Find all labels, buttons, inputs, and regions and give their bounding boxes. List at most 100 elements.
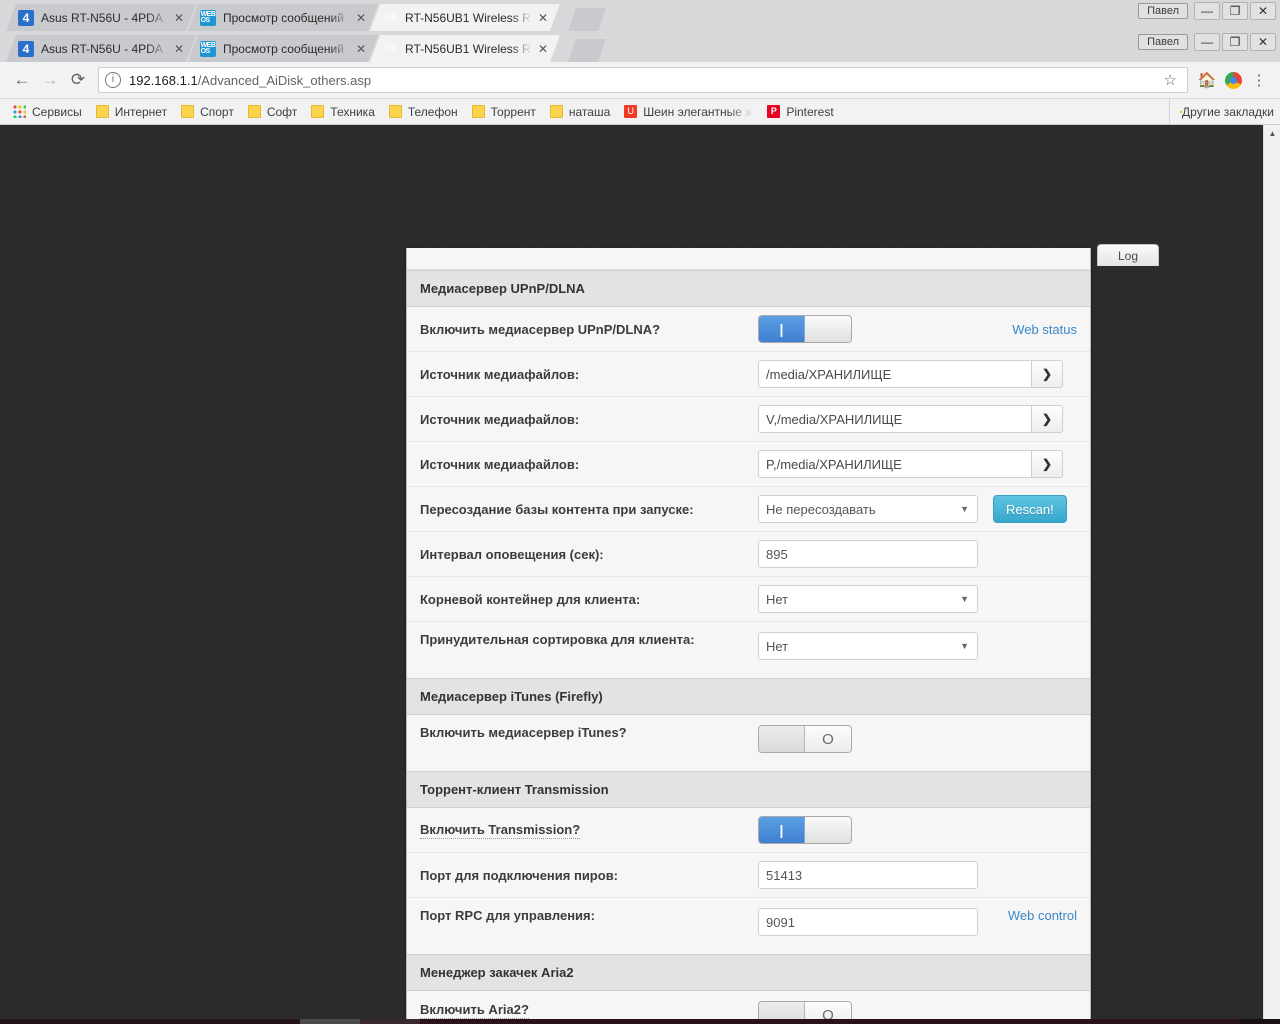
address-bar[interactable]: i 192.168.1.1/Advanced_AiDisk_others.asp… bbox=[98, 67, 1188, 93]
toggle-knob bbox=[805, 316, 851, 342]
profile-button[interactable]: Павел bbox=[1138, 34, 1188, 50]
minimize-icon[interactable]: — bbox=[1194, 33, 1220, 51]
section-header-aria2: Менеджер закачек Aria2 bbox=[407, 954, 1090, 991]
rescan-button[interactable]: Rescan! bbox=[993, 495, 1067, 523]
row-label: Принудительная сортировка для клиента: bbox=[420, 632, 758, 647]
chevron-down-icon[interactable]: ❯ bbox=[1031, 450, 1063, 478]
maximize-icon[interactable]: ❐ bbox=[1222, 33, 1248, 51]
row-rebuild-database: Пересоздание базы контента при запуске: … bbox=[407, 487, 1090, 532]
wifi-icon: ((•)) bbox=[382, 41, 398, 57]
row-control: | bbox=[758, 315, 852, 343]
toggle-off-glyph: O bbox=[805, 726, 851, 752]
new-tab-button-dup[interactable] bbox=[568, 39, 606, 62]
close-icon[interactable]: ✕ bbox=[536, 42, 550, 56]
toggle-enable-itunes[interactable]: O bbox=[758, 725, 852, 753]
chevron-down-icon[interactable]: ❯ bbox=[1031, 360, 1063, 388]
browser-tab-3-dup[interactable]: ((•)) RT-N56UB1 Wireless Rou ✕ bbox=[370, 35, 560, 62]
row-media-source-2: Источник медиафайлов: ❯ bbox=[407, 397, 1090, 442]
bookmark-item[interactable]: P Pinterest bbox=[760, 103, 840, 121]
back-icon[interactable]: ← bbox=[8, 66, 36, 94]
select-root-container[interactable]: Нет ▼ bbox=[758, 585, 978, 613]
combo-media-source-1: ❯ bbox=[758, 360, 1063, 388]
bookmark-item[interactable]: Спорт bbox=[174, 103, 241, 121]
rpc-port-input[interactable] bbox=[758, 908, 978, 936]
close-icon[interactable]: ✕ bbox=[354, 11, 368, 25]
caret-down-icon: ▼ bbox=[960, 594, 969, 604]
row-control: Нет ▼ bbox=[758, 632, 978, 660]
chrome-profile-icon[interactable] bbox=[1220, 67, 1246, 93]
browser-tab-3[interactable]: ((•)) RT-N56UB1 Wireless Rou ✕ bbox=[370, 4, 560, 31]
site-info-icon[interactable]: i bbox=[105, 72, 121, 88]
close-icon[interactable]: ✕ bbox=[172, 42, 186, 56]
bookmark-item[interactable]: Интернет bbox=[89, 103, 174, 121]
profile-button[interactable]: Павел bbox=[1138, 3, 1188, 19]
row-label: Включить Transmission? bbox=[420, 822, 580, 839]
row-peer-port: Порт для подключения пиров: bbox=[407, 853, 1090, 898]
log-tab-button[interactable]: Log bbox=[1097, 244, 1159, 266]
bookmark-star-icon[interactable]: ☆ bbox=[1160, 71, 1181, 89]
scroll-up-icon[interactable]: ▲ bbox=[1264, 125, 1280, 142]
bookmark-item[interactable]: Техника bbox=[304, 103, 382, 121]
row-control: ❯ bbox=[758, 450, 1063, 478]
close-icon[interactable]: ✕ bbox=[536, 11, 550, 25]
row-label: Источник медиафайлов: bbox=[420, 457, 758, 472]
media-source-input-3[interactable] bbox=[758, 450, 1031, 478]
bookmark-item[interactable]: Телефон bbox=[382, 103, 465, 121]
select-rebuild-database[interactable]: Не пересоздавать ▼ bbox=[758, 495, 978, 523]
peer-port-input[interactable] bbox=[758, 861, 978, 889]
row-aside: Web status bbox=[1012, 322, 1077, 337]
browser-tab-1-dup[interactable]: Asus RT-N56U - 4PDA ✕ bbox=[6, 35, 196, 62]
bookmark-item[interactable]: наташа bbox=[543, 103, 617, 121]
forward-icon[interactable]: → bbox=[36, 66, 64, 94]
web-control-link[interactable]: Web control bbox=[1008, 908, 1077, 923]
row-label: Пересоздание базы контента при запуске: bbox=[420, 502, 758, 517]
maximize-icon[interactable]: ❐ bbox=[1222, 2, 1248, 20]
bookmark-item[interactable]: Софт bbox=[241, 103, 304, 121]
row-label: Включить медиасервер UPnP/DLNA? bbox=[420, 322, 758, 337]
folder-icon bbox=[181, 105, 194, 118]
bookmark-item[interactable]: Торрент bbox=[465, 103, 543, 121]
card-top-stub bbox=[407, 248, 1090, 270]
window-controls-row-2: Павел — ❐ ✕ bbox=[1138, 33, 1276, 51]
toggle-enable-transmission[interactable]: | bbox=[758, 816, 852, 844]
bookmark-item[interactable]: U Шеин элегантные ж bbox=[617, 103, 760, 121]
close-window-icon[interactable]: ✕ bbox=[1250, 33, 1276, 51]
media-source-input-2[interactable] bbox=[758, 405, 1031, 433]
bookmark-label: Интернет bbox=[115, 105, 167, 119]
menu-kebab-icon[interactable]: ⋮ bbox=[1246, 67, 1272, 93]
row-label: Порт для подключения пиров: bbox=[420, 868, 758, 883]
select-forced-sort[interactable]: Нет ▼ bbox=[758, 632, 978, 660]
notify-interval-input[interactable] bbox=[758, 540, 978, 568]
browser-tab-1[interactable]: Asus RT-N56U - 4PDA ✕ bbox=[6, 4, 196, 31]
web-status-link[interactable]: Web status bbox=[1012, 322, 1077, 337]
close-window-icon[interactable]: ✕ bbox=[1250, 2, 1276, 20]
fourpda-icon bbox=[18, 41, 34, 57]
minimize-icon[interactable]: — bbox=[1194, 2, 1220, 20]
toggle-enable-upnp[interactable]: | bbox=[758, 315, 852, 343]
row-control: | bbox=[758, 816, 852, 844]
other-bookmarks-button[interactable]: Другие закладки bbox=[1169, 99, 1274, 125]
page-scrollbar[interactable]: ▲ ▼ bbox=[1263, 125, 1280, 1024]
reload-icon[interactable]: ⟳ bbox=[64, 66, 92, 94]
toggle-knob bbox=[759, 726, 805, 752]
pinterest-icon: P bbox=[767, 105, 780, 118]
section-header-upnp: Медиасервер UPnP/DLNA bbox=[407, 270, 1090, 307]
media-source-input-1[interactable] bbox=[758, 360, 1031, 388]
chevron-down-icon[interactable]: ❯ bbox=[1031, 405, 1063, 433]
browser-tab-2-dup[interactable]: WEBOS Просмотр сообщений · ✕ bbox=[188, 35, 378, 62]
taskbar-segment bbox=[300, 1019, 360, 1024]
section-header-itunes: Медиасервер iTunes (Firefly) bbox=[407, 678, 1090, 715]
browser-tab-2[interactable]: WEBOS Просмотр сообщений · ✕ bbox=[188, 4, 378, 31]
toggle-on-glyph: | bbox=[759, 817, 805, 843]
row-enable-itunes: Включить медиасервер iTunes? O bbox=[407, 715, 1090, 771]
close-icon[interactable]: ✕ bbox=[354, 42, 368, 56]
bookmark-label: Телефон bbox=[408, 105, 458, 119]
home-icon[interactable]: 🏠 bbox=[1194, 67, 1220, 93]
row-aside: Web control bbox=[1008, 908, 1077, 923]
browser-tab-title: Asus RT-N56U - 4PDA bbox=[41, 42, 168, 56]
bookmark-item[interactable]: Сервисы bbox=[6, 103, 89, 121]
os-taskbar bbox=[0, 1019, 1280, 1024]
new-tab-button[interactable] bbox=[568, 8, 606, 31]
row-rpc-port: Порт RPC для управления: Web control bbox=[407, 898, 1090, 954]
close-icon[interactable]: ✕ bbox=[172, 11, 186, 25]
